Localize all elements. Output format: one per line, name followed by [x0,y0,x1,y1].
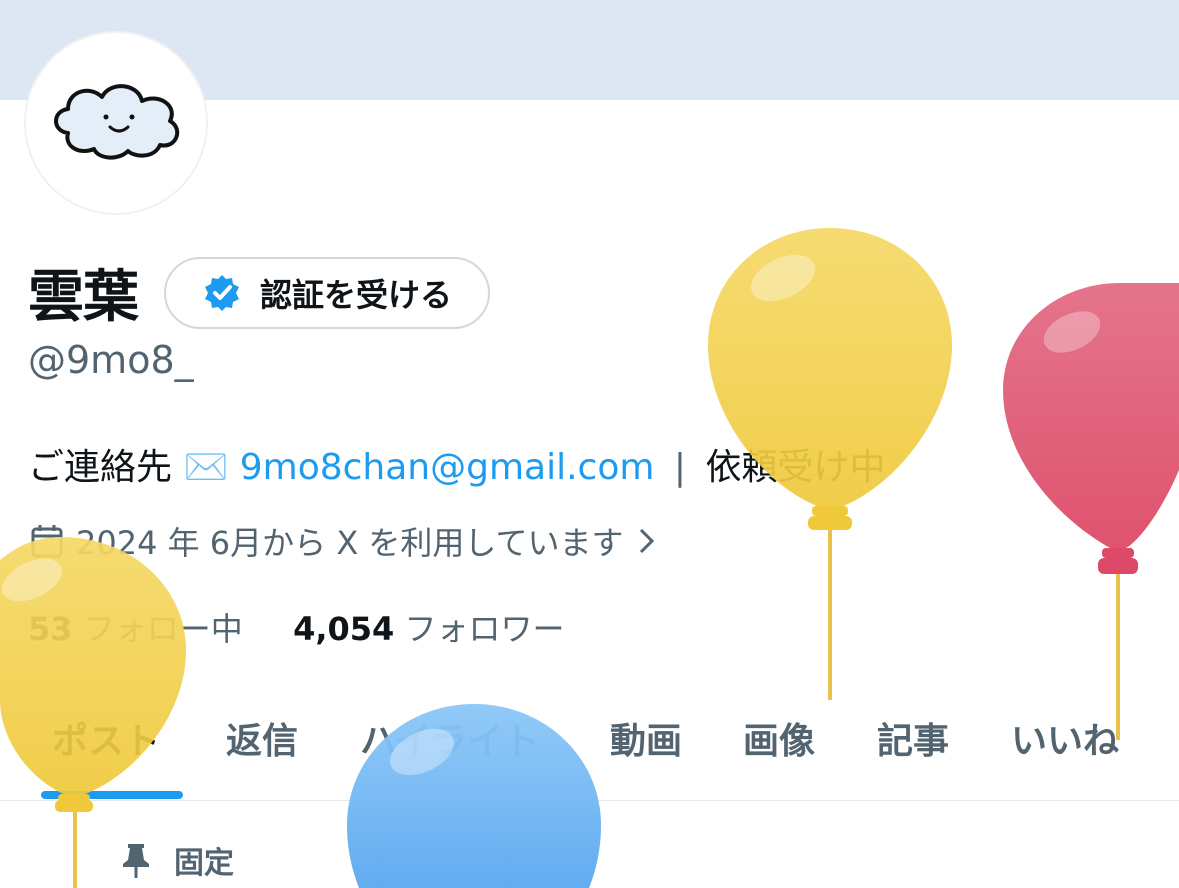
joined-text: 2024 年 6月から X を利用しています [76,524,624,562]
get-verified-label: 認証を受ける [260,275,453,314]
avatar[interactable] [26,33,206,213]
followers-count: 4,054 [293,610,395,648]
get-verified-button[interactable]: 認証を受ける [164,256,491,329]
pin-icon [120,840,152,880]
chevron-right-icon [637,526,657,556]
verified-badge-icon [202,273,242,313]
pinned-label: 固定 [174,846,234,881]
tab-replies[interactable]: 返信 [226,712,298,764]
followers-label: フォロワー [404,610,565,648]
bio-separator: | [673,447,687,488]
tab-videos[interactable]: 動画 [610,712,682,764]
bio-suffix: 依頼受け中 [705,447,886,488]
mail-icon: ✉️ [183,447,229,488]
bio: ご連絡先 ✉️ 9mo8chan@gmail.com | 依頼受け中 [28,438,886,490]
tab-articles[interactable]: 記事 [877,712,949,764]
handle: @9mo8_ [28,338,194,382]
tab-media[interactable]: 画像 [743,712,815,764]
name-row: 雲葉 認証を受ける [28,252,491,333]
following-link[interactable]: 53 フォロー中 [28,610,243,648]
following-count: 53 [28,610,73,648]
calendar-icon [30,523,64,559]
balloon-red-right [1003,283,1179,740]
follow-stats: 53 フォロー中 4,054 フォロワー [28,604,564,650]
followers-link[interactable]: 4,054 フォロワー [293,610,564,648]
tab-posts[interactable]: ポスト [52,712,160,764]
pinned-indicator: 固定 [120,838,234,882]
bio-prefix: ご連絡先 [28,447,184,488]
tab-likes[interactable]: いいね [1011,712,1119,764]
active-tab-indicator [41,791,183,799]
cloud-avatar-icon [54,84,180,160]
tab-highlights[interactable]: ハイライト [360,712,539,764]
joined-date[interactable]: 2024 年 6月から X を利用しています [30,518,657,564]
following-label: フォロー中 [82,610,243,648]
tabs-divider [0,800,1179,801]
profile-tabs: ポスト 返信 ハイライト 動画 画像 記事 いいね [0,700,1179,800]
email-link[interactable]: 9mo8chan@gmail.com [240,447,655,488]
display-name: 雲葉 [28,265,139,330]
